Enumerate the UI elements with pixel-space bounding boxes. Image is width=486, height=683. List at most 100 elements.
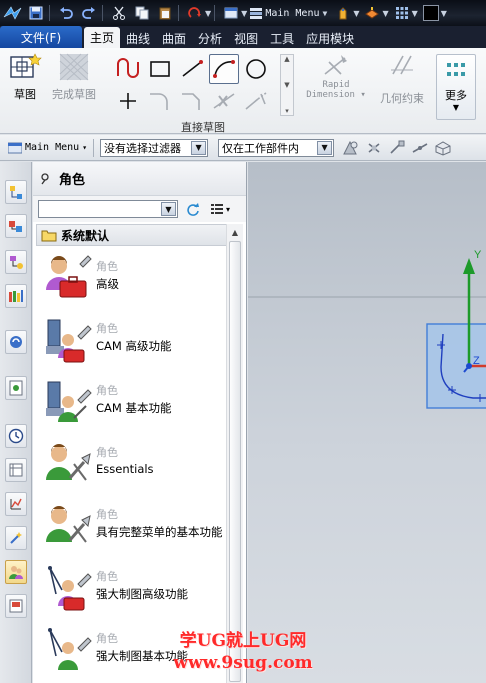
- snap-point-icon[interactable]: [365, 140, 383, 156]
- chevron-down-icon[interactable]: ▼: [205, 9, 211, 18]
- gallery-scroller[interactable]: ▲ ▼ ▾: [280, 54, 294, 116]
- list-item[interactable]: 角色 高级: [36, 250, 224, 312]
- paste-icon[interactable]: [155, 3, 175, 23]
- refresh-icon[interactable]: [186, 202, 200, 216]
- redo-icon[interactable]: [79, 3, 99, 23]
- rectangle-tool[interactable]: [145, 54, 175, 84]
- quick-extend-tool[interactable]: [241, 86, 271, 116]
- sketch-button[interactable]: 草图: [8, 52, 42, 102]
- reuse-library-tab[interactable]: [5, 284, 27, 308]
- part-navigator-tab[interactable]: [5, 180, 27, 204]
- select-features-icon[interactable]: [342, 140, 360, 156]
- tab-applications[interactable]: 应用模块: [300, 28, 360, 48]
- process-studio-tab[interactable]: [5, 492, 27, 516]
- more-button[interactable]: 更多 ▼: [436, 54, 476, 120]
- point-tool[interactable]: [113, 86, 143, 116]
- repeat-command-icon[interactable]: [185, 3, 205, 23]
- window-icon[interactable]: [221, 3, 241, 23]
- constraint-navigator-tab[interactable]: [5, 250, 27, 274]
- arc-tool[interactable]: [209, 54, 239, 84]
- finish-sketch-button[interactable]: 完成草图: [52, 52, 96, 102]
- ribbon-tab-bar: 文件(F) 主页 曲线 曲面 分析 视图 工具 应用模块: [0, 26, 486, 48]
- snap-midpoint-icon[interactable]: [411, 140, 429, 156]
- cut-icon[interactable]: [109, 3, 129, 23]
- chevron-up-icon[interactable]: ▲: [284, 55, 289, 63]
- print-tab[interactable]: [5, 594, 27, 618]
- list-item[interactable]: 角色 CAM 高级功能: [36, 312, 224, 374]
- system-materials-tab[interactable]: [5, 458, 27, 482]
- snap-endpoint-icon[interactable]: [388, 140, 406, 156]
- list-view-icon[interactable]: [210, 202, 224, 216]
- profile-tool[interactable]: [113, 54, 143, 84]
- circle-tool[interactable]: [241, 54, 271, 84]
- role-cam-advanced-icon: [46, 319, 92, 363]
- role-name: CAM 高级功能: [96, 339, 172, 353]
- chevron-down-icon[interactable]: ▼: [382, 9, 388, 18]
- chevron-down-icon[interactable]: ▼: [284, 81, 289, 89]
- chamfer-icon: [182, 93, 200, 110]
- tab-tools[interactable]: 工具: [264, 28, 300, 48]
- tab-view[interactable]: 视图: [228, 28, 264, 48]
- render-style-icon[interactable]: [362, 3, 382, 23]
- save-icon[interactable]: [26, 3, 46, 23]
- group-header-system-default[interactable]: 系统默认: [36, 224, 242, 246]
- pin-icon[interactable]: [39, 172, 51, 185]
- copy-icon[interactable]: [132, 3, 152, 23]
- hd3d-tools-tab[interactable]: [5, 330, 27, 354]
- list-item[interactable]: 角色 强大制图高级功能: [36, 560, 224, 622]
- main-menu-button-secondary[interactable]: Main Menu ▾: [8, 142, 87, 154]
- chevron-down-icon[interactable]: ▾: [226, 205, 230, 214]
- line-tool[interactable]: [177, 54, 207, 84]
- chamfer-tool[interactable]: [177, 86, 207, 116]
- process-studio-icon: [10, 498, 22, 510]
- chevron-down-icon[interactable]: ▼: [412, 9, 418, 18]
- view-orientation-icon[interactable]: [434, 140, 452, 156]
- roles-list: 角色 高级 角色 CAM 高级功能 角色 CAM 基本功能 角色 Essenti…: [36, 250, 224, 683]
- separator: [49, 5, 50, 21]
- chevron-down-icon[interactable]: ▼: [191, 140, 207, 155]
- roles-scrollbar[interactable]: ▲: [226, 224, 243, 683]
- quick-trim-tool[interactable]: [209, 86, 239, 116]
- geometric-constraints-label: 几何约束: [380, 92, 424, 105]
- chevron-down-icon[interactable]: ▼: [161, 202, 176, 216]
- list-item[interactable]: 角色 CAM 基本功能: [36, 374, 224, 436]
- tab-home[interactable]: 主页: [84, 27, 121, 48]
- tab-curve[interactable]: 曲线: [120, 28, 156, 48]
- grid-icon[interactable]: [392, 3, 412, 23]
- tab-surface[interactable]: 曲面: [156, 28, 192, 48]
- color-swatch-icon[interactable]: [421, 3, 441, 23]
- selection-filter-dropdown[interactable]: 没有选择过滤器 ▼: [100, 138, 209, 157]
- circle-icon: [246, 59, 266, 79]
- nx-logo-icon[interactable]: [3, 3, 23, 23]
- scrollbar-thumb[interactable]: [229, 241, 241, 682]
- roles-tab[interactable]: [5, 560, 27, 584]
- role-advanced-icon: [46, 255, 92, 298]
- list-item[interactable]: 角色 Essentials: [36, 436, 224, 498]
- touch-mode-icon[interactable]: [333, 3, 353, 23]
- watermark-line-1: 学UG就上UG网: [179, 631, 307, 651]
- main-menu-button[interactable]: Main Menu ▼: [247, 7, 330, 19]
- graphics-window[interactable]: Y Z: [248, 162, 486, 683]
- chevron-up-icon[interactable]: ▲: [227, 224, 243, 240]
- list-item[interactable]: 角色 具有完整菜单的基本功能: [36, 498, 224, 560]
- manufacturing-wizard-tab[interactable]: [5, 526, 27, 550]
- assembly-navigator-tab[interactable]: [5, 214, 27, 238]
- tab-analysis[interactable]: 分析: [192, 28, 228, 48]
- chevron-down-icon[interactable]: ▼: [317, 140, 333, 155]
- chevron-down-icon[interactable]: ▼: [353, 9, 359, 18]
- history-tab[interactable]: [5, 424, 27, 448]
- arc-icon: [213, 60, 235, 78]
- geometric-constraints-button[interactable]: 几何约束: [374, 52, 430, 106]
- undo-icon[interactable]: [56, 3, 76, 23]
- fillet-tool[interactable]: [145, 86, 175, 116]
- rapid-dimension-button[interactable]: Rapid Dimension ▾: [306, 52, 366, 100]
- file-tab[interactable]: 文件(F): [0, 26, 82, 48]
- web-browser-tab[interactable]: [5, 376, 27, 400]
- more-grid-icon: [447, 63, 465, 76]
- selection-scope-dropdown[interactable]: 仅在工作部件内 ▼: [218, 138, 335, 157]
- roles-search-dropdown[interactable]: ▼: [38, 200, 178, 218]
- chevron-down-icon[interactable]: ▼: [441, 9, 447, 18]
- role-name: Essentials: [96, 462, 154, 476]
- gallery-expand-icon[interactable]: ▾: [285, 107, 289, 115]
- roles-panel-title: 角色: [59, 173, 86, 188]
